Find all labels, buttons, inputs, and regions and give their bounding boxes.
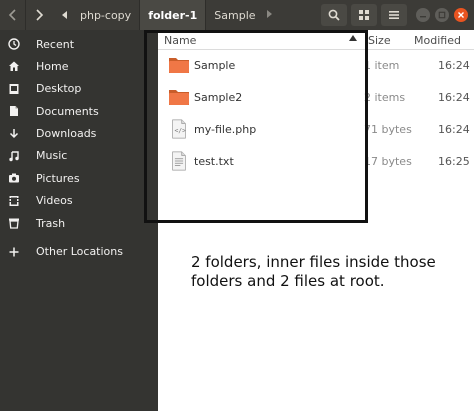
- sidebar-item-desktop[interactable]: Desktop: [0, 78, 158, 100]
- hamburger-menu-icon: [389, 11, 399, 19]
- sidebar-item-trash[interactable]: Trash: [0, 212, 158, 234]
- document-icon: [7, 104, 21, 118]
- trash-icon: [7, 216, 21, 230]
- close-button[interactable]: [454, 8, 468, 22]
- caret-right-icon: [266, 9, 272, 18]
- search-icon: [328, 9, 340, 21]
- sidebar-item-recent[interactable]: Recent: [0, 33, 158, 55]
- places-sidebar: Recent Home Desktop Documents Downloads …: [0, 30, 158, 411]
- annotation-line: folders and 2 files at root.: [191, 272, 385, 290]
- file-size: 17 bytes: [364, 155, 412, 168]
- breadcrumb-scroll-left[interactable]: [58, 0, 72, 30]
- caret-left-icon: [62, 11, 67, 19]
- annotation-line: 2 folders, inner files inside those: [191, 253, 436, 271]
- file-size: 1 item: [364, 59, 400, 72]
- plus-icon: [7, 245, 21, 259]
- file-modified: 16:24: [438, 91, 470, 104]
- header-bar: php-copy folder-1 Sample: [0, 0, 474, 30]
- sidebar-item-label: Desktop: [36, 82, 82, 96]
- breadcrumb-sample[interactable]: Sample: [206, 0, 263, 30]
- minimize-button[interactable]: [416, 8, 430, 22]
- sidebar-item-label: Documents: [36, 104, 99, 118]
- view-toggle-button[interactable]: [351, 4, 377, 26]
- sidebar-item-music[interactable]: Music: [0, 145, 158, 167]
- sidebar-item-documents[interactable]: Documents: [0, 100, 158, 122]
- file-size: 2 items: [364, 91, 406, 104]
- download-icon: [7, 127, 21, 141]
- file-size: 71 bytes: [364, 123, 412, 136]
- camera-icon: [7, 171, 21, 185]
- sidebar-item-other-locations[interactable]: Other Locations: [0, 241, 158, 263]
- menu-button[interactable]: [381, 4, 407, 26]
- chevron-left-icon: [8, 9, 16, 21]
- column-header-modified[interactable]: Modified: [414, 34, 461, 47]
- maximize-button[interactable]: [435, 8, 449, 22]
- clock-icon: [7, 37, 21, 51]
- sidebar-item-label: Trash: [36, 216, 66, 230]
- back-button[interactable]: [0, 0, 26, 30]
- close-icon: [458, 12, 464, 18]
- column-header-size[interactable]: Size: [368, 34, 391, 47]
- breadcrumb-scroll-right[interactable]: [266, 9, 272, 21]
- sidebar-item-label: Downloads: [36, 127, 97, 141]
- sidebar-item-label: Music: [36, 149, 68, 163]
- breadcrumb-php-copy[interactable]: php-copy: [72, 0, 139, 30]
- home-icon: [7, 59, 21, 73]
- search-button[interactable]: [321, 4, 347, 26]
- sidebar-item-label: Pictures: [36, 171, 80, 185]
- video-icon: [7, 194, 21, 208]
- sidebar-item-home[interactable]: Home: [0, 55, 158, 77]
- sidebar-item-label: Other Locations: [36, 245, 123, 259]
- chevron-right-icon: [36, 9, 44, 21]
- file-modified: 16:24: [438, 123, 470, 136]
- sidebar-item-label: Videos: [36, 194, 73, 208]
- minimize-icon: [420, 16, 426, 18]
- forward-button[interactable]: [26, 0, 52, 30]
- file-modified: 16:24: [438, 59, 470, 72]
- sidebar-item-videos[interactable]: Videos: [0, 190, 158, 212]
- sidebar-item-label: Home: [36, 59, 69, 73]
- sidebar-item-pictures[interactable]: Pictures: [0, 167, 158, 189]
- maximize-icon: [438, 11, 446, 19]
- annotation-highlight-box: [144, 30, 368, 223]
- annotation-note: 2 folders, inner files inside those fold…: [191, 253, 461, 291]
- breadcrumb-folder-1[interactable]: folder-1: [139, 0, 207, 30]
- desktop-icon: [7, 82, 21, 96]
- music-icon: [7, 149, 21, 163]
- sidebar-item-label: Recent: [36, 37, 75, 51]
- sidebar-item-downloads[interactable]: Downloads: [0, 123, 158, 145]
- view-grid-icon: [359, 10, 369, 20]
- file-modified: 16:25: [438, 155, 470, 168]
